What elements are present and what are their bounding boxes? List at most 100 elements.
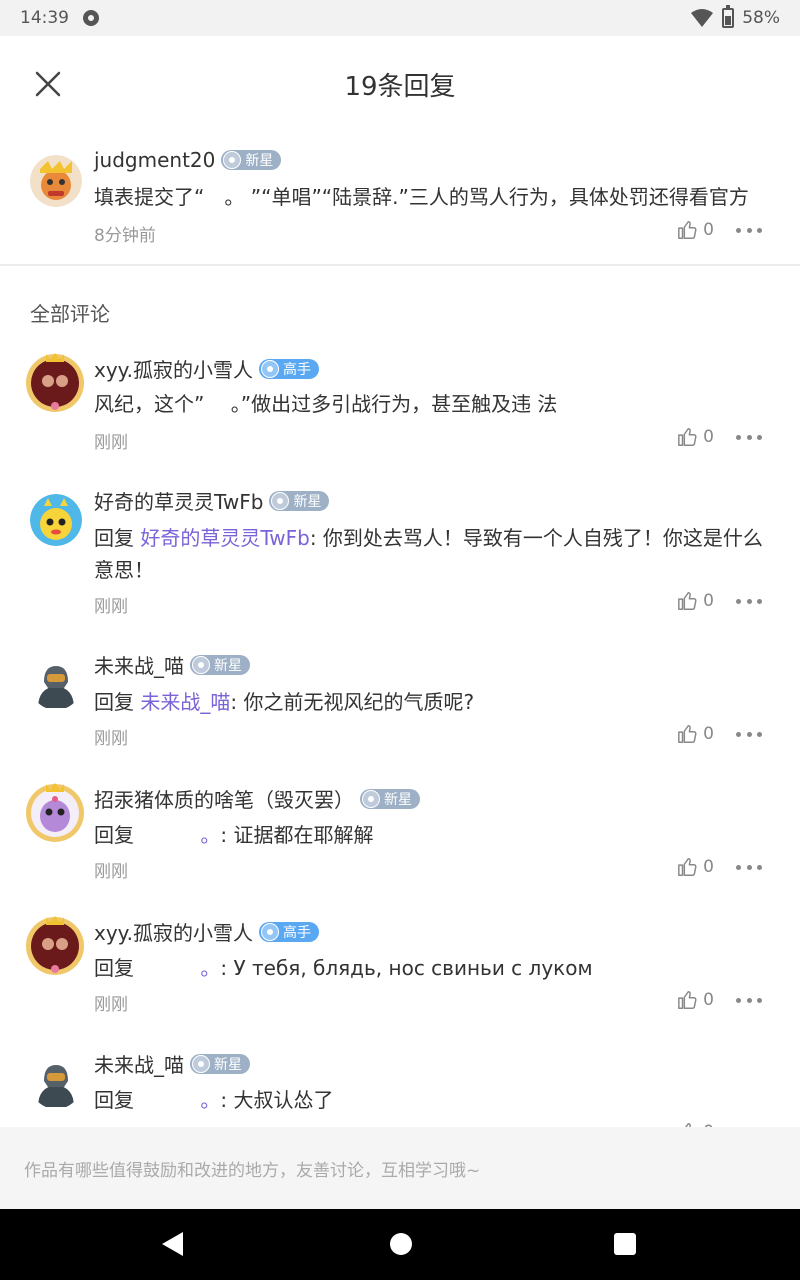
username[interactable]: xyy.孤寂的小雪人 bbox=[94, 917, 253, 946]
thumbs-up-icon bbox=[678, 991, 697, 1009]
mention-link[interactable]: 好奇的草灵灵TwFb bbox=[140, 526, 309, 550]
username[interactable]: 招汞猪体质的啥笔（毁灭罢） bbox=[94, 784, 354, 813]
mention-link[interactable]: 。 bbox=[140, 823, 220, 847]
comment-text: 回复 。: У тебя, блядь, нос свиньи с луком bbox=[94, 952, 770, 984]
status-time: 14:39 bbox=[20, 8, 69, 28]
level-badge: 高手 bbox=[259, 921, 320, 942]
more-dots-icon[interactable] bbox=[736, 228, 762, 234]
username[interactable]: 未来战_喵 bbox=[94, 1049, 184, 1078]
badge-icon bbox=[192, 1054, 210, 1073]
like-count: 0 bbox=[703, 591, 714, 611]
like-button[interactable]: 0 bbox=[677, 426, 714, 448]
comment-text: 风纪，这个” 。”做出过多引战行为，甚至触及违 法 bbox=[94, 388, 770, 420]
thumbs-up-icon bbox=[678, 725, 697, 743]
comment-time: 刚刚 bbox=[94, 729, 128, 749]
avatar[interactable] bbox=[24, 913, 86, 975]
list-item: xyy.孤寂的小雪人 高手 回复 。: У тебя, блядь, нос с… bbox=[0, 909, 800, 1029]
avatar[interactable] bbox=[30, 155, 82, 207]
like-count: 0 bbox=[703, 990, 714, 1010]
reply-prefix: 回复 bbox=[94, 690, 141, 714]
like-button[interactable]: 0 bbox=[677, 856, 714, 878]
list-item: 好奇的草灵灵TwFb 新星 回复 好奇的草灵灵TwFb: 你到处去骂人！导致有一… bbox=[0, 478, 800, 628]
comment-time: 8分钟前 bbox=[94, 226, 156, 246]
close-icon[interactable] bbox=[30, 66, 66, 102]
list-item: 未来战_喵 新星 回复 未来战_喵: 你之前无视风纪的气质呢? 刚刚 0 bbox=[0, 642, 800, 762]
like-button[interactable]: 0 bbox=[677, 989, 714, 1011]
comment-user: 未来战_喵 新星 bbox=[94, 1049, 250, 1078]
comment-text: 回复 。: 大叔认怂了 bbox=[94, 1084, 770, 1116]
badge-label: 新星 bbox=[245, 153, 274, 169]
mention-link[interactable]: 。 bbox=[140, 956, 220, 980]
list-item: 招汞猪体质的啥笔（毁灭罢） 新星 回复 。: 证据都在耶解解 刚刚 0 bbox=[0, 776, 800, 896]
comment-user: 未来战_喵 新星 bbox=[94, 650, 250, 679]
comment-body: 风纪，这个” 。”做出过多引战行为，甚至触及违 法 bbox=[94, 392, 558, 416]
avatar[interactable] bbox=[30, 494, 82, 546]
badge-icon bbox=[261, 922, 280, 941]
more-dots-icon[interactable] bbox=[736, 865, 762, 871]
badge-label: 新星 bbox=[214, 1056, 242, 1073]
comment-user: 好奇的草灵灵TwFb 新星 bbox=[94, 486, 330, 515]
comment-input[interactable]: 作品有哪些值得鼓励和改进的地方，友善讨论，互相学习哦~ bbox=[0, 1127, 800, 1209]
reply-prefix: 回复 bbox=[94, 823, 141, 847]
app-notification-icon bbox=[83, 10, 99, 26]
mention-link[interactable]: 未来战_喵 bbox=[140, 690, 230, 714]
badge-label: 新星 bbox=[384, 791, 412, 808]
avatar[interactable] bbox=[30, 658, 82, 710]
list-item: xyy.孤寂的小雪人 高手 风纪，这个” 。”做出过多引战行为，甚至触及违 法 … bbox=[0, 346, 800, 466]
like-count: 0 bbox=[703, 427, 714, 447]
badge-label: 高手 bbox=[283, 361, 312, 378]
reply-header: 19条回复 bbox=[0, 36, 800, 132]
avatar[interactable] bbox=[30, 1057, 82, 1109]
username[interactable]: 未来战_喵 bbox=[94, 650, 184, 679]
level-badge: 新星 bbox=[190, 1053, 250, 1074]
badge-icon bbox=[223, 151, 242, 169]
username[interactable]: 好奇的草灵灵TwFb bbox=[94, 486, 263, 515]
root-comment: judgment20 新星 填表提交了“ 。 ”“单唱”“陆景辞.”三人的骂人行… bbox=[0, 140, 800, 266]
home-circle-icon[interactable] bbox=[390, 1233, 412, 1255]
more-dots-icon[interactable] bbox=[736, 998, 762, 1004]
wifi-icon bbox=[691, 9, 714, 27]
recent-square-icon[interactable] bbox=[614, 1233, 636, 1255]
badge-icon bbox=[362, 789, 380, 808]
reply-prefix: 回复 bbox=[94, 526, 141, 550]
badge-icon bbox=[261, 359, 280, 378]
thumbs-up-icon bbox=[678, 858, 697, 876]
battery-icon bbox=[722, 5, 735, 28]
level-badge: 新星 bbox=[269, 490, 330, 511]
badge-label: 新星 bbox=[293, 493, 322, 510]
comment-text: 填表提交了“ 。 ”“单唱”“陆景辞.”三人的骂人行为，具体处罚还得看官方 bbox=[94, 185, 749, 209]
comment-text: 回复 未来战_喵: 你之前无视风纪的气质呢? bbox=[94, 686, 770, 718]
like-button[interactable]: 0 bbox=[677, 219, 714, 241]
comment-text: 回复 。: 证据都在耶解解 bbox=[94, 819, 770, 851]
comment-time: 刚刚 bbox=[94, 995, 128, 1015]
like-button[interactable]: 0 bbox=[677, 723, 714, 745]
page-title: 19条回复 bbox=[344, 71, 456, 102]
avatar[interactable] bbox=[24, 350, 86, 412]
level-badge: 新星 bbox=[360, 788, 420, 809]
list-item: 未来战_喵 新星 回复 。: 大叔认怂了 刚刚 0 bbox=[0, 1041, 800, 1127]
comment-text: 回复 好奇的草灵灵TwFb: 你到处去骂人！导致有一个人自残了！你这是什么意思！ bbox=[94, 522, 770, 586]
badge-label: 高手 bbox=[283, 924, 312, 941]
comment-input-placeholder: 作品有哪些值得鼓励和改进的地方，友善讨论，互相学习哦~ bbox=[24, 1160, 481, 1181]
mention-link[interactable]: 。 bbox=[140, 1088, 220, 1112]
level-badge: 新星 bbox=[221, 150, 282, 170]
thumbs-up-icon bbox=[678, 592, 697, 610]
username[interactable]: xyy.孤寂的小雪人 bbox=[94, 354, 253, 383]
avatar[interactable] bbox=[24, 780, 86, 842]
badge-icon bbox=[192, 655, 210, 674]
comment-user: xyy.孤寂的小雪人 高手 bbox=[94, 354, 320, 383]
username[interactable]: judgment20 bbox=[94, 148, 215, 172]
more-dots-icon[interactable] bbox=[736, 599, 762, 605]
section-title: 全部评论 bbox=[30, 302, 110, 326]
back-triangle-icon[interactable] bbox=[162, 1232, 183, 1256]
comment-user: judgment20 新星 bbox=[94, 148, 282, 172]
more-dots-icon[interactable] bbox=[736, 435, 762, 441]
comment-body: : 大叔认怂了 bbox=[220, 1088, 334, 1112]
more-dots-icon[interactable] bbox=[736, 732, 762, 738]
level-badge: 新星 bbox=[190, 654, 250, 675]
comment-time: 刚刚 bbox=[94, 433, 128, 453]
comment-time: 刚刚 bbox=[94, 597, 128, 617]
status-bar: 14:39 58% bbox=[0, 0, 800, 36]
comment-body: : У тебя, блядь, нос свиньи с луком bbox=[220, 956, 593, 980]
like-button[interactable]: 0 bbox=[677, 590, 714, 612]
